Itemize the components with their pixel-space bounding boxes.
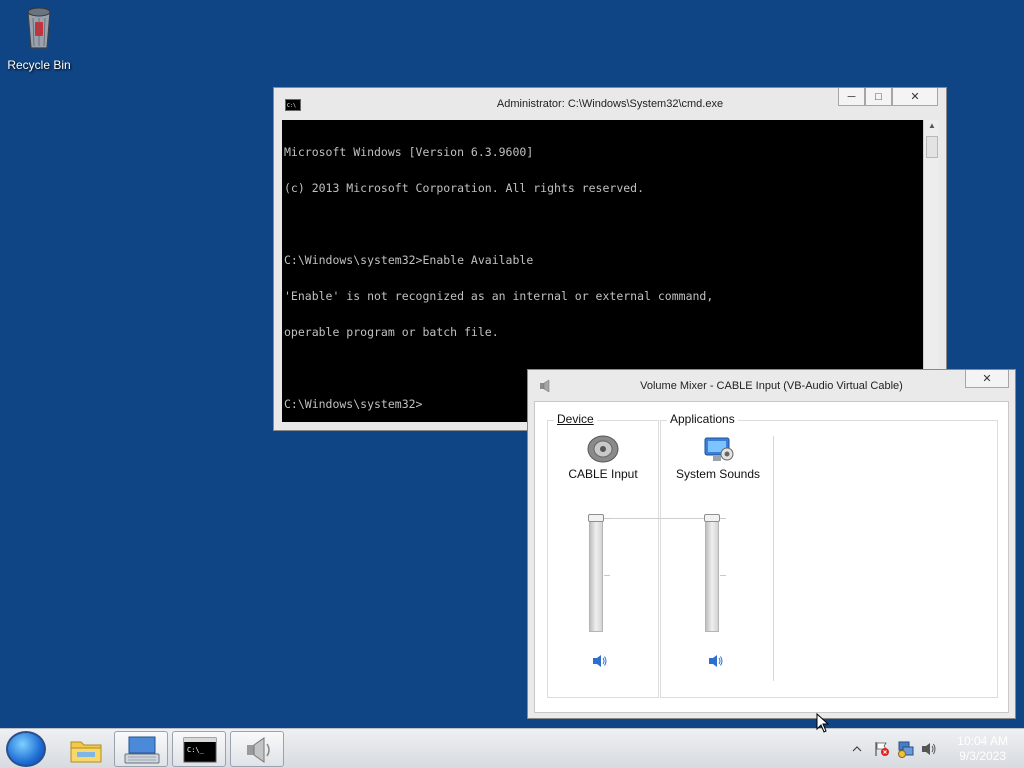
taskbar-file-explorer[interactable] bbox=[58, 731, 112, 767]
volume-mixer-title: Volume Mixer - CABLE Input (VB-Audio Vir… bbox=[640, 380, 903, 392]
mixer-client-area: Device Applications CABLE Input System S… bbox=[534, 401, 1009, 713]
system-clock[interactable]: 10:04 AM 9/3/2023 bbox=[957, 734, 1008, 764]
channel-name: CABLE Input bbox=[568, 467, 638, 481]
speaker-device-icon[interactable] bbox=[586, 434, 620, 464]
scroll-up-arrow-icon[interactable]: ▲ bbox=[924, 121, 940, 135]
slider-tick bbox=[720, 518, 726, 519]
close-button[interactable]: ✕ bbox=[965, 370, 1009, 388]
action-center-flag-icon[interactable] bbox=[873, 740, 891, 758]
console-line: Microsoft Windows [Version 6.3.9600] bbox=[284, 145, 534, 159]
console-line: (c) 2013 Microsoft Corporation. All righ… bbox=[284, 181, 645, 195]
slider-tick bbox=[604, 575, 610, 576]
minimize-button[interactable]: ─ bbox=[838, 88, 865, 106]
volume-slider-cable-input[interactable] bbox=[589, 514, 603, 632]
network-icon[interactable] bbox=[897, 740, 915, 758]
peak-link-line bbox=[597, 518, 717, 519]
file-explorer-icon bbox=[70, 741, 102, 763]
channel-system-sounds: System Sounds bbox=[665, 434, 771, 481]
cmd-titlebar[interactable]: C:\ Administrator: C:\Windows\System32\c… bbox=[274, 88, 946, 120]
device-group-label: Device bbox=[554, 412, 597, 426]
maximize-button[interactable]: □ bbox=[865, 88, 892, 106]
volume-slider-thumb[interactable] bbox=[588, 514, 604, 522]
close-button[interactable]: ✕ bbox=[892, 88, 938, 106]
recycle-bin-shortcut[interactable]: Recycle Bin bbox=[6, 6, 72, 72]
mute-button-speaker-icon[interactable] bbox=[592, 654, 608, 668]
taskbar: C:\_ 10:04 AM 9/3/2023 bbox=[0, 728, 1024, 768]
clock-date: 9/3/2023 bbox=[959, 749, 1006, 763]
volume-mixer-window[interactable]: Volume Mixer - CABLE Input (VB-Audio Vir… bbox=[527, 369, 1016, 719]
mute-button-speaker-icon[interactable] bbox=[708, 654, 724, 668]
start-orb-icon[interactable] bbox=[6, 731, 46, 767]
slider-tick bbox=[720, 575, 726, 576]
slider-tick bbox=[604, 518, 610, 519]
console-line: operable program or batch file. bbox=[284, 325, 499, 339]
taskbar-volume-mixer[interactable] bbox=[230, 731, 284, 767]
volume-icon[interactable] bbox=[921, 741, 939, 757]
recycle-bin-icon bbox=[22, 6, 56, 52]
keyboard-monitor-icon bbox=[124, 736, 160, 764]
system-sounds-icon[interactable] bbox=[701, 434, 735, 464]
volume-mixer-titlebar[interactable]: Volume Mixer - CABLE Input (VB-Audio Vir… bbox=[528, 370, 1015, 400]
console-line: C:\Windows\system32>Enable Available bbox=[284, 253, 534, 267]
mouse-cursor-icon bbox=[816, 713, 830, 733]
volume-mixer-icon bbox=[247, 737, 270, 763]
volume-slider-thumb[interactable] bbox=[704, 514, 720, 522]
command-prompt-icon: C:\_ bbox=[183, 737, 217, 763]
recycle-bin-label: Recycle Bin bbox=[7, 58, 71, 72]
channel-name: System Sounds bbox=[675, 467, 761, 481]
taskbar-on-screen-keyboard[interactable] bbox=[114, 731, 168, 767]
console-line: 'Enable' is not recognized as an interna… bbox=[284, 289, 714, 303]
show-hidden-icons-arrow[interactable] bbox=[851, 744, 863, 754]
volume-slider-system-sounds[interactable] bbox=[705, 514, 719, 632]
applications-group-label: Applications bbox=[667, 412, 738, 426]
clock-time: 10:04 AM bbox=[957, 734, 1008, 748]
separator bbox=[773, 436, 774, 681]
scrollbar-thumb[interactable] bbox=[926, 136, 938, 158]
channel-cable-input: CABLE Input bbox=[549, 434, 657, 481]
svg-text:C:\_: C:\_ bbox=[187, 746, 205, 754]
taskbar-command-prompt[interactable]: C:\_ bbox=[172, 731, 226, 767]
